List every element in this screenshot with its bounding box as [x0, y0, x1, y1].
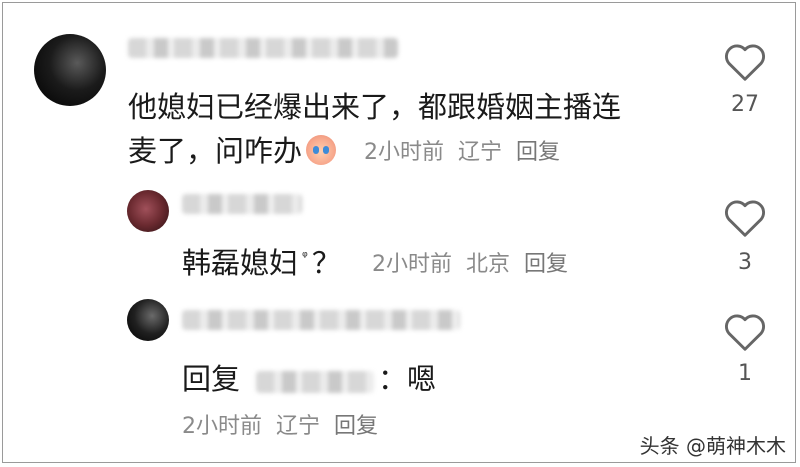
comment-meta: 2小时前 辽宁 回复	[364, 134, 574, 166]
blurred-mention[interactable]	[256, 371, 375, 393]
reply-button[interactable]: 回复	[334, 414, 378, 439]
avatar[interactable]	[127, 190, 169, 232]
search-hint-icon[interactable]: ᵠ	[302, 249, 308, 265]
timestamp: 2小时前	[182, 414, 262, 439]
reply-button[interactable]: 回复	[516, 140, 560, 165]
watermark: 头条 @萌神木木	[639, 434, 786, 458]
heart-like-icon[interactable]	[723, 42, 767, 82]
reply-meta: 2小时前 辽宁 回复	[182, 408, 392, 440]
like-count: 3	[738, 250, 752, 275]
blurred-username[interactable]	[182, 194, 302, 214]
avatar[interactable]	[127, 299, 169, 341]
crying-face-emoji-icon	[306, 135, 337, 165]
comment-text-line2: 麦了，问咋办	[128, 128, 342, 170]
location: 辽宁	[458, 140, 503, 165]
blurred-username[interactable]	[128, 38, 398, 58]
location: 北京	[466, 252, 511, 277]
timestamp: 2小时前	[372, 252, 452, 277]
reply-text: 韩磊媳妇 ᵠ？	[182, 246, 341, 280]
reply-button[interactable]: 回复	[524, 252, 568, 277]
heart-like-icon[interactable]	[723, 198, 767, 238]
location: 辽宁	[276, 414, 321, 439]
like-count: 1	[738, 361, 752, 386]
comment-text: 他媳妇已经爆出来了，都跟婚姻主播连	[128, 90, 622, 124]
heart-like-icon[interactable]	[723, 312, 767, 352]
like-count: 27	[731, 92, 759, 117]
avatar[interactable]	[34, 34, 106, 106]
reply-text: 回复 ：嗯	[182, 362, 437, 396]
timestamp: 2小时前	[364, 140, 444, 165]
reply-meta: 2小时前 北京 回复	[372, 246, 582, 278]
blurred-username[interactable]	[182, 310, 460, 330]
